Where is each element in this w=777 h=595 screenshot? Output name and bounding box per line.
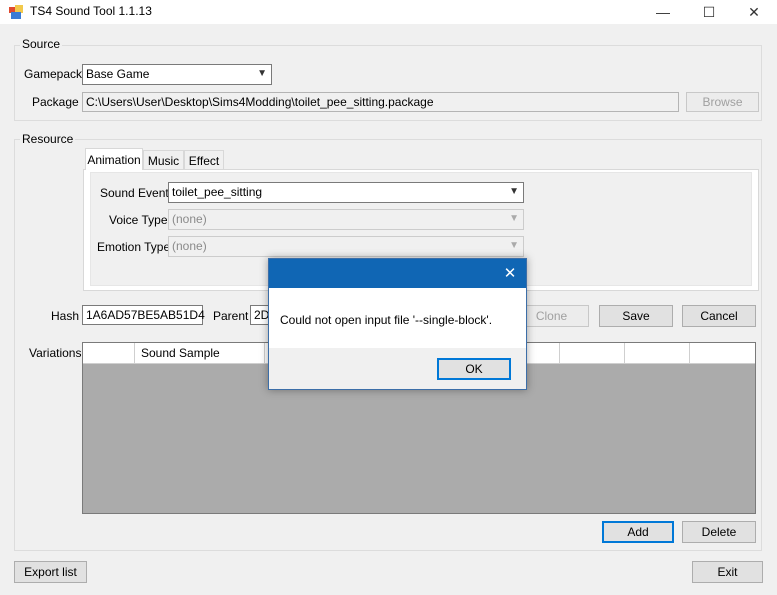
tab-animation[interactable]: Animation xyxy=(85,148,143,170)
emotion-type-value: (none) xyxy=(172,239,207,253)
delete-button[interactable]: Delete xyxy=(682,521,756,543)
exit-button[interactable]: Exit xyxy=(692,561,763,583)
app-icon xyxy=(9,5,23,19)
gamepack-dropdown[interactable]: Base Game ▼ xyxy=(82,64,272,85)
hash-field[interactable]: 1A6AD57BE5AB51D4 xyxy=(82,305,205,325)
cancel-button[interactable]: Cancel xyxy=(682,305,756,327)
minimize-button[interactable]: — xyxy=(640,0,686,24)
tab-music[interactable]: Music xyxy=(143,150,184,170)
exit-button-label: Exit xyxy=(717,565,738,579)
sound-event-dropdown[interactable]: toilet_pee_sitting ▼ xyxy=(168,182,524,203)
chevron-down-icon: ▼ xyxy=(509,240,519,251)
close-icon: ✕ xyxy=(748,3,760,20)
export-list-button-label: Export list xyxy=(24,565,77,579)
close-icon: ✕ xyxy=(503,265,517,282)
add-button-label: Add xyxy=(627,525,649,539)
delete-button-label: Delete xyxy=(701,525,737,539)
hash-value: 1A6AD57BE5AB51D4 xyxy=(86,308,205,322)
column-divider xyxy=(624,343,625,364)
minimize-icon: — xyxy=(656,4,670,20)
chevron-down-icon: ▼ xyxy=(257,68,267,79)
add-button[interactable]: Add xyxy=(602,521,674,543)
voice-type-dropdown[interactable]: (none) ▼ xyxy=(168,209,524,230)
emotion-type-label: Emotion Type xyxy=(97,240,171,254)
package-label: Package xyxy=(32,95,79,109)
dialog-close-button[interactable]: ✕ xyxy=(500,263,520,283)
chevron-down-icon: ▼ xyxy=(509,213,519,224)
dialog-footer: OK xyxy=(269,348,526,389)
clone-button-label: Clone xyxy=(535,309,568,323)
browse-button-label: Browse xyxy=(702,95,743,109)
browse-button[interactable]: Browse xyxy=(686,92,759,112)
dialog-message: Could not open input file '--single-bloc… xyxy=(280,313,493,327)
column-divider xyxy=(689,343,690,364)
cancel-button-label: Cancel xyxy=(700,309,738,323)
tab-animation-label: Animation xyxy=(87,152,141,167)
save-button-label: Save xyxy=(622,309,650,323)
maximize-button[interactable]: ☐ xyxy=(686,0,732,24)
export-list-button[interactable]: Export list xyxy=(14,561,87,583)
tab-effect[interactable]: Effect xyxy=(184,150,224,170)
tab-music-label: Music xyxy=(147,153,180,168)
close-button[interactable]: ✕ xyxy=(731,0,777,24)
gamepack-value: Base Game xyxy=(86,67,150,81)
package-path-value: C:\Users\User\Desktop\Sims4Modding\toile… xyxy=(86,95,434,109)
voice-type-value: (none) xyxy=(172,212,207,226)
maximize-icon: ☐ xyxy=(702,3,716,20)
grid-corner-cell[interactable] xyxy=(83,343,135,364)
source-group-label: Source xyxy=(20,37,63,51)
hash-label: Hash xyxy=(51,309,80,323)
variations-label: Variations xyxy=(29,346,82,360)
save-button[interactable]: Save xyxy=(599,305,673,327)
column-divider xyxy=(559,343,560,364)
ok-button-label: OK xyxy=(465,362,483,376)
window-title: TS4 Sound Tool 1.1.13 xyxy=(30,4,152,18)
column-header-label: Sound Sample xyxy=(141,346,220,360)
package-path-field[interactable]: C:\Users\User\Desktop\Sims4Modding\toile… xyxy=(82,92,679,112)
title-bar: TS4 Sound Tool 1.1.13 — ☐ ✕ xyxy=(0,0,777,24)
emotion-type-dropdown[interactable]: (none) ▼ xyxy=(168,236,524,257)
voice-type-label: Voice Type xyxy=(109,213,168,227)
parent-label: Parent xyxy=(213,309,249,323)
sound-event-label: Sound Event xyxy=(100,186,169,200)
sound-event-value: toilet_pee_sitting xyxy=(172,185,263,199)
tab-effect-label: Effect xyxy=(188,153,220,168)
dialog-title-bar: ✕ xyxy=(269,259,526,288)
error-dialog: ✕ Could not open input file '--single-bl… xyxy=(268,258,527,390)
gamepack-label: Gamepack xyxy=(24,67,83,81)
resource-group-label: Resource xyxy=(20,132,76,146)
ok-button[interactable]: OK xyxy=(437,358,511,380)
column-header-sound-sample[interactable]: Sound Sample xyxy=(135,343,265,364)
chevron-down-icon: ▼ xyxy=(509,186,519,197)
